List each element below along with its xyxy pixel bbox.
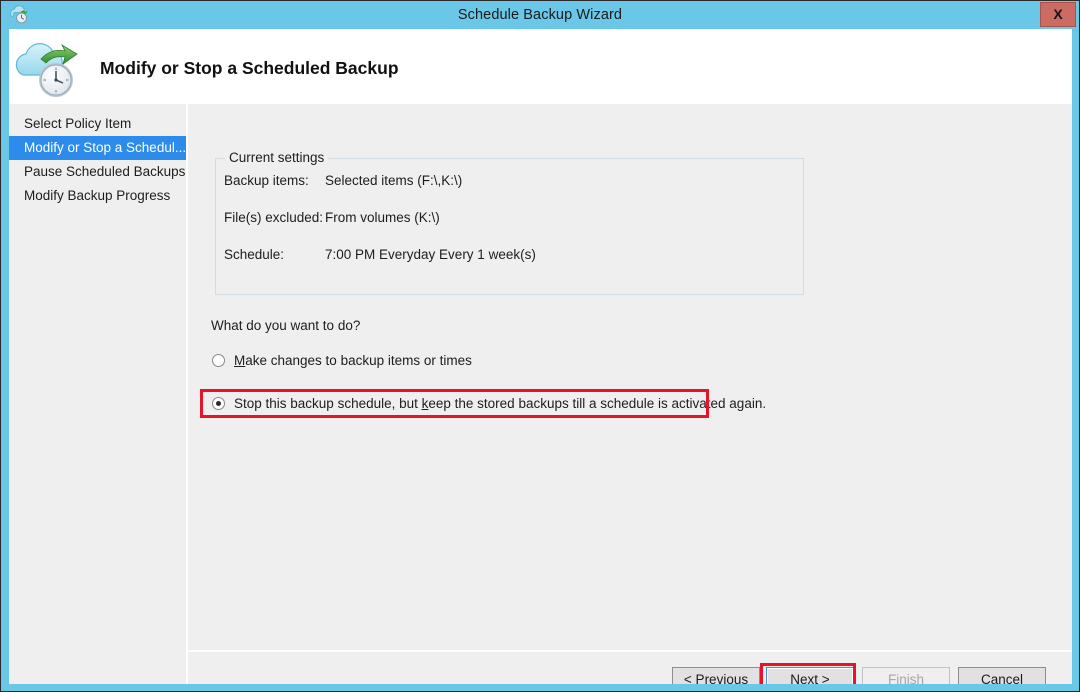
current-settings-legend: Current settings xyxy=(225,150,329,165)
btn-prefix: < xyxy=(683,672,696,684)
make-changes-radio[interactable]: Make changes to backup items or times xyxy=(212,353,472,368)
label-start: Stop this backup schedule, but xyxy=(234,396,422,411)
mnemonic-letter: F xyxy=(887,672,897,684)
wizard-window: Schedule Backup Wizard X Modify or Stop … xyxy=(0,0,1080,692)
window-title: Schedule Backup Wizard xyxy=(457,7,623,23)
stop-schedule-radio[interactable]: Stop this backup schedule, but keep the … xyxy=(212,396,766,411)
client-area: Modify or Stop a Scheduled Backup Select… xyxy=(9,29,1072,684)
btn-suffix: revious xyxy=(704,672,749,684)
close-button[interactable]: X xyxy=(1040,2,1076,27)
mnemonic-letter: C xyxy=(980,672,991,684)
mnemonic-letter: N xyxy=(790,672,801,684)
btn-suffix: ext > xyxy=(800,672,830,684)
wizard-steps-sidebar: Select Policy Item Modify or Stop a Sche… xyxy=(9,104,186,684)
setting-value: From volumes (K:\) xyxy=(325,210,440,225)
mnemonic-letter: M xyxy=(234,353,246,368)
cancel-button[interactable]: Cancel xyxy=(958,667,1046,684)
previous-button[interactable]: < Previous xyxy=(672,667,760,684)
radio-indicator-selected xyxy=(212,397,225,410)
setting-value: Selected items (F:\,K:\) xyxy=(325,173,463,188)
page-title: Modify or Stop a Scheduled Backup xyxy=(100,58,399,78)
label-rest: eep the stored backups till a schedule i… xyxy=(428,396,767,411)
setting-label: Schedule: xyxy=(224,247,285,262)
question-prompt: What do you want to do? xyxy=(211,318,361,333)
stop-schedule-radio-label: Stop this backup schedule, but keep the … xyxy=(234,396,766,411)
setting-value: 7:00 PM Everyday Every 1 week(s) xyxy=(325,247,536,262)
wizard-header: Modify or Stop a Scheduled Backup xyxy=(9,29,1072,104)
sidebar-item-modify-backup-progress[interactable]: Modify Backup Progress xyxy=(9,184,186,208)
footer-separator xyxy=(188,650,1072,652)
btn-suffix: inish xyxy=(896,672,924,684)
sidebar-item-select-policy-item[interactable]: Select Policy Item xyxy=(9,112,186,136)
next-button[interactable]: Next > xyxy=(766,667,854,684)
sidebar-item-pause-scheduled-backups[interactable]: Pause Scheduled Backups xyxy=(9,160,186,184)
make-changes-radio-label: Make changes to backup items or times xyxy=(234,353,472,368)
label-rest: ake changes to backup items or times xyxy=(245,353,472,368)
title-bar: Schedule Backup Wizard X xyxy=(1,1,1079,29)
sidebar-item-modify-or-stop-schedule[interactable]: Modify or Stop a Schedul... xyxy=(9,136,186,160)
mnemonic-letter: P xyxy=(695,672,705,684)
setting-label: Backup items: xyxy=(224,173,309,188)
radio-indicator xyxy=(212,354,225,367)
finish-button: Finish xyxy=(862,667,950,684)
setting-label: File(s) excluded: xyxy=(224,210,324,225)
content-pane: Current settings Backup items: Selected … xyxy=(188,104,1072,684)
cloud-backup-clock-icon xyxy=(11,35,93,101)
btn-suffix: ancel xyxy=(990,672,1024,684)
